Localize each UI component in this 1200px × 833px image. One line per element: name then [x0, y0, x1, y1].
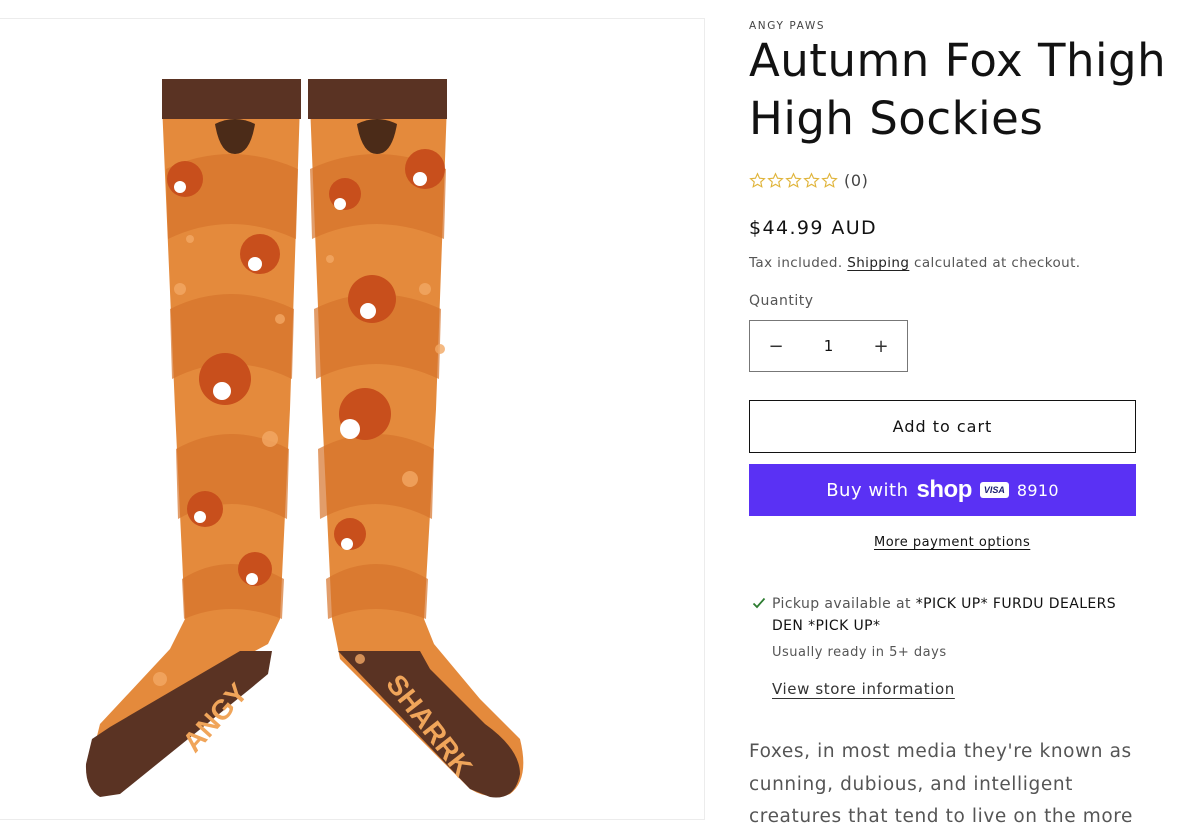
star-empty-icon [803, 172, 820, 188]
check-icon [752, 597, 766, 609]
product-rating[interactable]: (0) [749, 171, 868, 190]
star-empty-icon [821, 172, 838, 188]
product-description: Foxes, in most media they're known as cu… [749, 741, 1134, 827]
rating-count: (0) [844, 171, 869, 190]
buy-with-label: Buy with [826, 479, 909, 501]
visa-card-icon: VISA [979, 482, 1009, 498]
product-image-frame[interactable]: ANGY SHARRK [0, 18, 705, 820]
quantity-decrease-button[interactable]: − [750, 321, 802, 371]
card-last-digits: 8910 [1016, 480, 1059, 500]
add-to-cart-button[interactable]: Add to cart [749, 400, 1136, 453]
product-price: $44.99 AUD [749, 217, 878, 239]
quantity-label: Quantity [749, 293, 814, 309]
left-sock: ANGY [85, 79, 301, 797]
quantity-stepper: − + [749, 320, 908, 372]
pickup-text: Pickup available at *PICK UP* FURDU DEAL… [772, 593, 1142, 637]
star-empty-icon [767, 172, 784, 188]
rating-stars [749, 172, 838, 189]
pickup-prefix: Pickup available at [772, 596, 911, 612]
quantity-increase-button[interactable]: + [855, 321, 907, 371]
star-empty-icon [785, 172, 802, 188]
product-title: Autumn Fox Thigh High Sockies [749, 34, 1167, 145]
quantity-input[interactable] [803, 337, 854, 355]
buy-with-shop-pay-button[interactable]: Buy with shop VISA 8910 [749, 464, 1136, 516]
shop-pay-logo: shop [916, 476, 973, 503]
star-empty-icon [749, 172, 766, 188]
vendor-name: ANGY PAWS [749, 20, 826, 32]
more-payment-options-link[interactable]: More payment options [874, 535, 1030, 550]
tax-note: Tax included. Shipping calculated at che… [749, 255, 1080, 271]
view-store-information-link[interactable]: View store information [772, 680, 955, 698]
tax-prefix: Tax included. [749, 255, 843, 271]
tax-suffix: calculated at checkout. [914, 255, 1081, 271]
right-sock: SHARRK [308, 79, 524, 798]
pickup-ready-time: Usually ready in 5+ days [772, 645, 947, 660]
shipping-link[interactable]: Shipping [847, 255, 909, 271]
product-image-socks: ANGY SHARRK [85, 79, 524, 798]
